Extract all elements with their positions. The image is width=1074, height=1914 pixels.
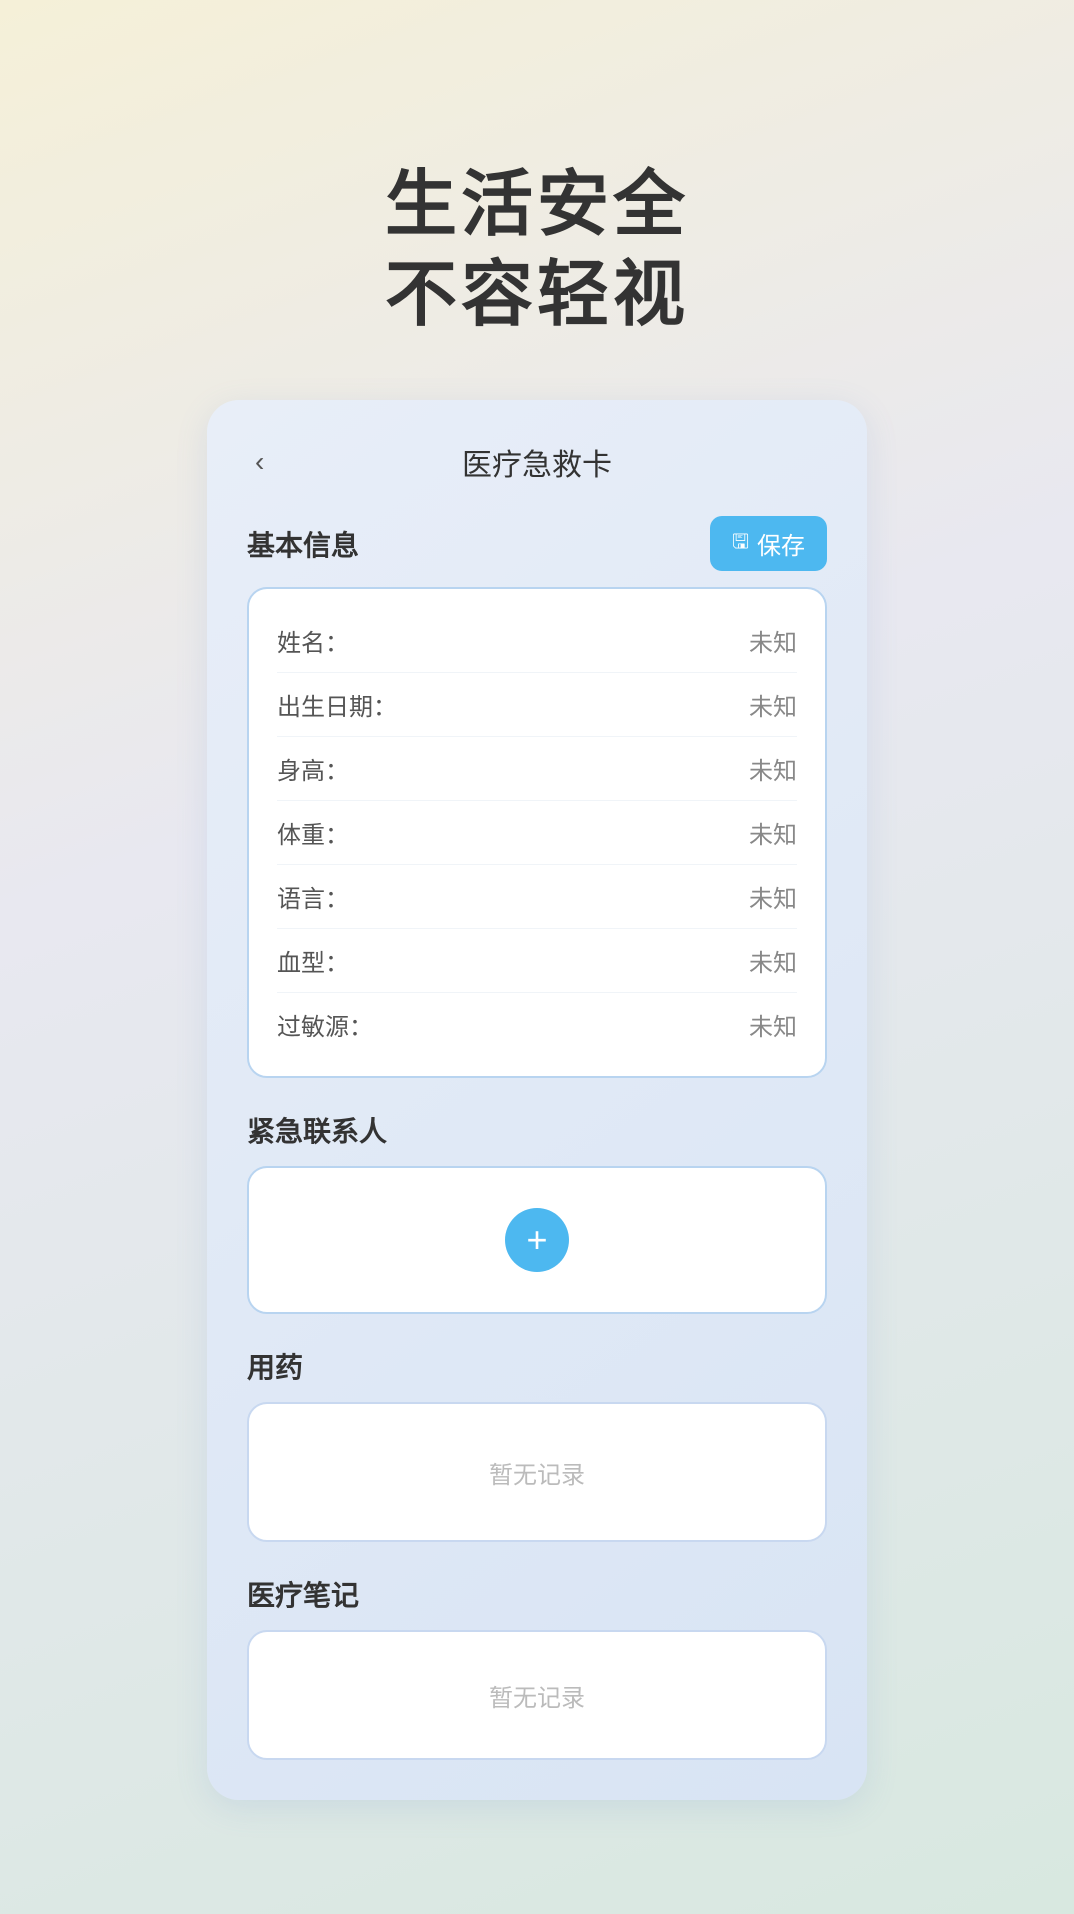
save-label: 保存 xyxy=(757,526,805,561)
info-row-label: 出生日期： xyxy=(277,687,397,722)
info-row: 身高： 未知 xyxy=(277,737,797,801)
info-row-value: 未知 xyxy=(749,623,797,658)
add-icon: + xyxy=(526,1222,547,1258)
notes-label: 医疗笔记 xyxy=(247,1580,359,1611)
save-icon: 🖫 xyxy=(732,527,749,561)
back-button[interactable]: ‹ xyxy=(247,442,272,482)
info-row-value: 未知 xyxy=(749,687,797,722)
info-row: 血型： 未知 xyxy=(277,929,797,993)
add-contact-button[interactable]: + xyxy=(505,1208,569,1272)
info-row: 姓名： 未知 xyxy=(277,609,797,673)
card-header: ‹ 医疗急救卡 xyxy=(247,440,827,484)
info-row-label: 过敏源： xyxy=(277,1007,373,1042)
info-row: 语言： 未知 xyxy=(277,865,797,929)
contacts-box: + xyxy=(247,1166,827,1314)
notes-box: 暂无记录 xyxy=(247,1630,827,1760)
basic-info-box: 姓名：未知出生日期：未知身高：未知体重：未知语言：未知血型：未知过敏源：未知 xyxy=(247,587,827,1078)
hero-line1: 生活安全 xyxy=(385,165,689,245)
notes-empty: 暂无记录 xyxy=(489,1678,585,1713)
emergency-contacts-section: 紧急联系人 xyxy=(247,1110,827,1150)
basic-info-header: 基本信息 🖫 保存 xyxy=(247,516,827,571)
info-row-value: 未知 xyxy=(749,943,797,978)
info-row-value: 未知 xyxy=(749,1007,797,1042)
notes-section: 医疗笔记 xyxy=(247,1574,827,1614)
info-row-label: 语言： xyxy=(277,879,349,914)
medication-section: 用药 xyxy=(247,1346,827,1386)
info-row-label: 姓名： xyxy=(277,623,349,658)
info-row-label: 血型： xyxy=(277,943,349,978)
basic-info-label: 基本信息 xyxy=(247,524,359,564)
hero-section: 生活安全 不容轻视 xyxy=(385,160,689,340)
medication-empty: 暂无记录 xyxy=(489,1455,585,1490)
medical-card: ‹ 医疗急救卡 基本信息 🖫 保存 姓名：未知出生日期：未知身高：未知体重：未知… xyxy=(207,400,867,1800)
medication-box: 暂无记录 xyxy=(247,1402,827,1542)
card-title: 医疗急救卡 xyxy=(462,440,612,484)
save-button[interactable]: 🖫 保存 xyxy=(710,516,827,571)
info-row-value: 未知 xyxy=(749,815,797,850)
info-row-value: 未知 xyxy=(749,751,797,786)
hero-line2: 不容轻视 xyxy=(385,255,689,335)
info-row-label: 体重： xyxy=(277,815,349,850)
info-row: 出生日期： 未知 xyxy=(277,673,797,737)
info-row-value: 未知 xyxy=(749,879,797,914)
info-row: 过敏源： 未知 xyxy=(277,993,797,1056)
info-row-label: 身高： xyxy=(277,751,349,786)
emergency-contacts-label: 紧急联系人 xyxy=(247,1116,387,1147)
info-row: 体重： 未知 xyxy=(277,801,797,865)
medication-label: 用药 xyxy=(247,1352,303,1383)
